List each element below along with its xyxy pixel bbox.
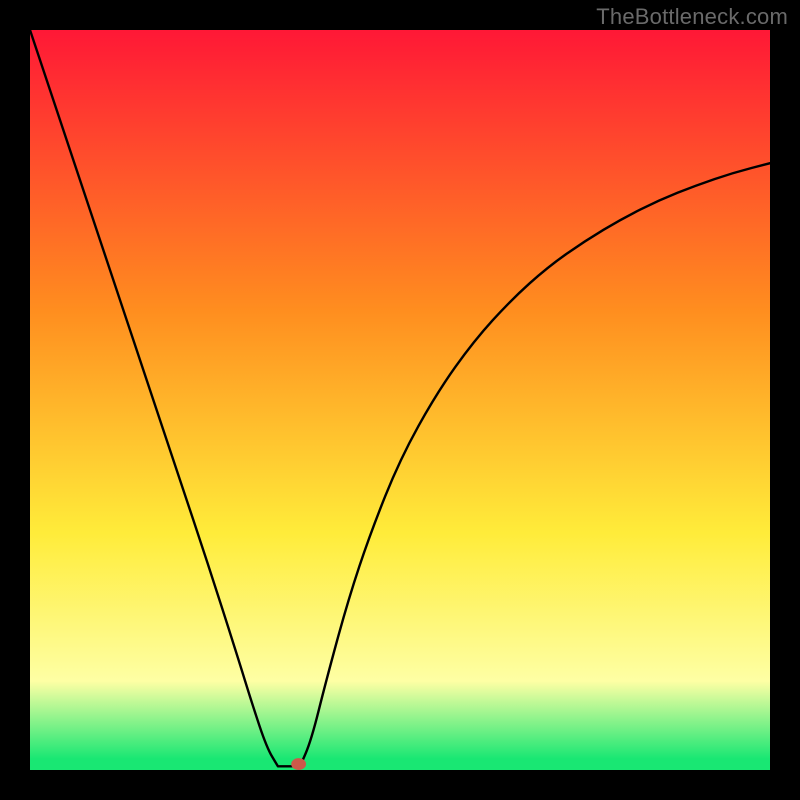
plot-area	[30, 30, 770, 770]
attribution-text: TheBottleneck.com	[596, 4, 788, 30]
chart-svg	[30, 30, 770, 770]
minimum-marker	[291, 758, 306, 770]
outer-frame: TheBottleneck.com	[0, 0, 800, 800]
gradient-background	[30, 30, 770, 770]
